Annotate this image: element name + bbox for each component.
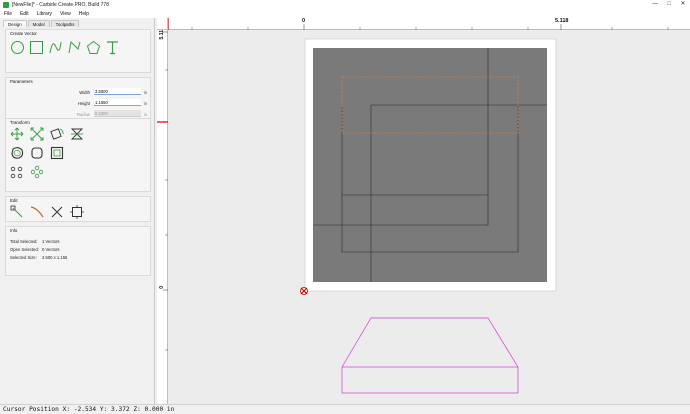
app-icon (3, 1, 9, 8)
menu-view[interactable]: View (60, 11, 71, 17)
width-input[interactable] (94, 88, 141, 95)
height-row: Height in (6, 99, 152, 108)
vertical-ruler[interactable]: 5.11 0 (157, 30, 168, 404)
rotate-icon[interactable] (50, 127, 64, 141)
window-controls: — □ ✕ (648, 0, 690, 9)
info-title: Info (10, 228, 18, 233)
height-unit: in (144, 101, 148, 106)
create-vector-group: Create Vector (5, 29, 151, 73)
stock-area (313, 48, 547, 282)
radius-input (94, 110, 141, 117)
scale-icon[interactable] (30, 127, 44, 141)
menu-bar: File Edit Library View Help (0, 9, 690, 18)
edit-group: Edit (5, 196, 151, 222)
cursor-position: Cursor Position X: -2.534 Y: 3.372 Z: 0.… (3, 406, 175, 413)
radius-unit: in (144, 112, 148, 117)
vertical-ruler-ticks (157, 31, 168, 351)
status-bar: Cursor Position X: -2.534 Y: 3.372 Z: 0.… (0, 404, 690, 414)
total-selected-label: Total Selected: (10, 239, 38, 244)
ruler-corner (157, 18, 168, 30)
align-icon[interactable] (10, 165, 24, 179)
open-selected-value: 0 Vectors (42, 247, 60, 252)
title-bar: [NewFile]* - Carbide Create PRO, Build 7… (0, 0, 690, 9)
parameters-title: Parameters (10, 79, 33, 84)
trim-icon[interactable] (30, 205, 44, 219)
total-selected-value: 1 Vectors (42, 239, 60, 244)
open-selected-label: Open Selected: (10, 247, 39, 252)
round-corners-icon[interactable] (30, 146, 44, 160)
h-ruler-max: 5.118 (555, 18, 569, 24)
close-button[interactable]: ✕ (676, 0, 690, 9)
edit-title: Edit (10, 198, 18, 203)
array-icon[interactable] (30, 165, 44, 179)
model-preview (341, 317, 519, 394)
window-title: [NewFile]* - Carbide Create PRO, Build 7… (12, 1, 109, 8)
node-edit-icon[interactable] (10, 205, 24, 219)
horizontal-ruler-ticks (168, 18, 669, 30)
radius-label: Radius (76, 112, 90, 117)
boolean-icon[interactable] (70, 205, 84, 219)
mode-tabs: Design Model Toolpaths (3, 20, 80, 27)
width-row: Width in (6, 88, 152, 97)
canvas-drawing (300, 38, 557, 394)
selected-size-value: 3.500 x 1.155 (42, 255, 68, 260)
design-canvas[interactable] (168, 30, 690, 404)
info-group: Info Total Selected: 1 Vectors Open Sele… (5, 226, 151, 276)
menu-library[interactable]: Library (37, 11, 52, 17)
total-selected-row: Total Selected: 1 Vectors (10, 239, 59, 244)
selected-size-label: Selected Size: (10, 255, 37, 260)
polyline-icon[interactable] (67, 40, 82, 55)
height-label: Height (77, 101, 90, 106)
rectangle-icon[interactable] (29, 40, 44, 55)
height-input[interactable] (94, 99, 141, 106)
origin-marker-icon (300, 287, 308, 295)
text-icon[interactable] (105, 40, 120, 55)
create-vector-title: Create Vector (10, 31, 37, 36)
cut-icon[interactable] (50, 205, 64, 219)
tab-toolpaths[interactable]: Toolpaths (50, 20, 80, 27)
offset-icon[interactable] (10, 146, 24, 160)
horizontal-ruler[interactable]: 0 5.118 (168, 18, 690, 30)
width-unit: in (144, 90, 148, 95)
selected-size-row: Selected Size: 3.500 x 1.155 (10, 255, 67, 260)
circle-icon[interactable] (10, 40, 25, 55)
left-panel: Design Model Toolpaths Create Vector Par… (0, 18, 155, 404)
width-label: Width (79, 90, 90, 95)
tab-model[interactable]: Model (27, 20, 50, 27)
menu-edit[interactable]: Edit (20, 11, 29, 17)
polygon-icon[interactable] (86, 40, 101, 55)
transform-group: Transform (5, 118, 151, 192)
v-ruler-zero: 0 (159, 286, 165, 289)
move-icon[interactable] (10, 127, 24, 141)
open-selected-row: Open Selected: 0 Vectors (10, 247, 59, 252)
transform-title: Transform (10, 120, 30, 125)
inset-icon[interactable] (50, 146, 64, 160)
menu-file[interactable]: File (4, 11, 12, 17)
curve-icon[interactable] (48, 40, 63, 55)
v-ruler-max: 5.11 (159, 30, 165, 40)
minimize-button[interactable]: — (648, 0, 662, 9)
maximize-button[interactable]: □ (662, 0, 676, 9)
h-ruler-zero: 0 (302, 18, 306, 24)
tab-design[interactable]: Design (3, 20, 27, 27)
mirror-icon[interactable] (70, 127, 84, 141)
menu-help[interactable]: Help (79, 11, 89, 17)
